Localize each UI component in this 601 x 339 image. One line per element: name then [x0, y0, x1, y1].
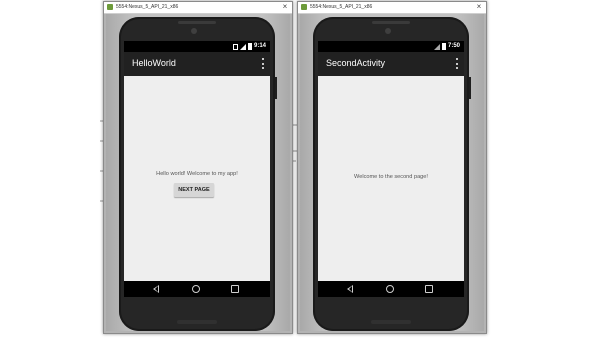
status-bar: 7:50 — [318, 41, 464, 52]
close-icon[interactable]: × — [475, 3, 483, 11]
top-speaker — [372, 21, 410, 24]
window-titlebar[interactable]: 5554:Nexus_5_API_21_x86 × — [298, 2, 486, 14]
phone-device: 7:50 SecondActivity Welcome to the secon… — [313, 17, 471, 331]
signal-icon — [239, 43, 246, 50]
battery-icon — [247, 43, 252, 50]
next-page-button[interactable]: NEXT PAGE — [174, 183, 214, 197]
volume-button[interactable] — [469, 77, 471, 99]
app-title: SecondActivity — [326, 58, 386, 68]
welcome-message: Hello world! Welcome to my app! — [156, 171, 238, 177]
activity-content: Hello world! Welcome to my app! NEXT PAG… — [124, 76, 270, 281]
overflow-menu-icon[interactable] — [455, 58, 458, 69]
emulator-app-icon — [107, 4, 113, 10]
window-title: 5554:Nexus_5_API_21_x86 — [116, 4, 179, 10]
android-sd-icon — [232, 43, 238, 50]
status-bar: 9:14 — [124, 41, 270, 52]
top-speaker — [178, 21, 216, 24]
phone-device: 9:14 HelloWorld Hello world! Welcome to … — [119, 17, 277, 331]
welcome-message: Welcome to the second page! — [354, 174, 428, 180]
window-title: 5554:Nexus_5_API_21_x86 — [310, 4, 373, 10]
back-icon[interactable] — [347, 285, 353, 293]
window-titlebar[interactable]: 5554:Nexus_5_API_21_x86 × — [104, 2, 292, 14]
front-camera — [191, 28, 197, 34]
bottom-speaker — [371, 320, 411, 324]
app-title: HelloWorld — [132, 58, 176, 68]
recents-icon[interactable] — [231, 285, 239, 293]
back-icon[interactable] — [153, 285, 159, 293]
signal-icon — [433, 43, 440, 50]
home-icon[interactable] — [386, 285, 394, 293]
recents-icon[interactable] — [425, 285, 433, 293]
app-bar: HelloWorld — [124, 52, 270, 76]
bottom-speaker — [177, 320, 217, 324]
phone-screen: 7:50 SecondActivity Welcome to the secon… — [318, 41, 464, 297]
volume-button[interactable] — [275, 77, 277, 99]
phone-screen: 9:14 HelloWorld Hello world! Welcome to … — [124, 41, 270, 297]
app-bar: SecondActivity — [318, 52, 464, 76]
activity-content: Welcome to the second page! — [318, 76, 464, 281]
emulator-body: 7:50 SecondActivity Welcome to the secon… — [300, 14, 484, 331]
navigation-bar — [318, 281, 464, 297]
emulator-body: 9:14 HelloWorld Hello world! Welcome to … — [106, 14, 290, 331]
battery-icon — [441, 43, 446, 50]
status-time: 7:50 — [447, 43, 460, 49]
status-icons: 9:14 — [232, 43, 266, 50]
emulator-app-icon — [301, 4, 307, 10]
front-camera — [385, 28, 391, 34]
status-icons: 7:50 — [433, 43, 460, 50]
status-time: 9:14 — [253, 43, 266, 49]
emulator-window-second[interactable]: 5554:Nexus_5_API_21_x86 × 7:50 SecondAct… — [297, 1, 487, 334]
close-icon[interactable]: × — [281, 3, 289, 11]
overflow-menu-icon[interactable] — [261, 58, 264, 69]
home-icon[interactable] — [192, 285, 200, 293]
emulator-window-first[interactable]: 5554:Nexus_5_API_21_x86 × 9:14 HelloWorl… — [103, 1, 293, 334]
navigation-bar — [124, 281, 270, 297]
